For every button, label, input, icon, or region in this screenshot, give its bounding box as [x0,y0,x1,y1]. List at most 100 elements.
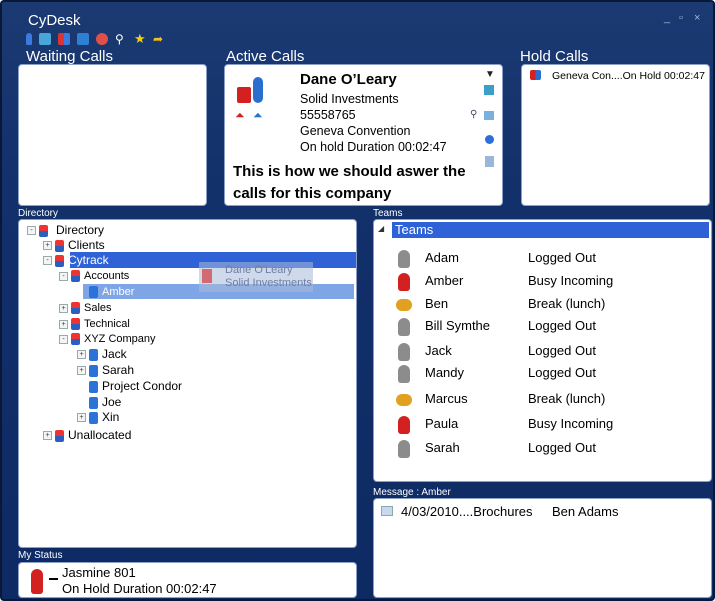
teams-label: Teams [373,208,403,219]
expand-icon[interactable]: + [59,303,68,313]
member-status-icon [398,250,410,268]
team-member-row[interactable]: Paula Busy Incoming [374,413,704,435]
expand-icon[interactable]: + [77,366,86,376]
caller-phone: 55558765 [300,108,356,122]
chat-icon[interactable] [39,33,51,45]
tree-node-clients[interactable]: + Clients [43,237,105,253]
directory-tree[interactable]: - Directory + Clients - Cytrack - Accounts A… [18,219,357,548]
globe-icon[interactable] [96,33,108,45]
team-members-list: Adam Logged Out Amber Busy Incoming Ben Break… [374,247,711,477]
collapse-icon[interactable]: ◢ [378,224,384,233]
member-status: Break (lunch) [528,391,606,406]
waiting-calls-label: Waiting Calls [26,48,113,65]
waiting-calls-panel[interactable] [18,64,207,206]
message-label: Message : Amber [373,487,451,498]
close-button[interactable]: × [694,12,700,24]
team-member-row[interactable]: Jack Logged Out [374,340,704,362]
message-from[interactable]: Ben Adams [552,504,619,519]
tree-node-accounts[interactable]: - Accounts [59,268,129,284]
hold-calls-panel[interactable]: Geneva Con....On Hold 00:02:47 [521,64,710,206]
search-icon[interactable]: ⚲ [470,109,477,120]
team-member-row[interactable]: Sarah Logged Out [374,437,704,459]
expand-icon[interactable]: + [59,319,68,329]
person-icon [89,364,98,377]
tree-node-technical[interactable]: + Technical [59,316,130,332]
teams-panel[interactable]: ◢ Teams Adam Logged Out Amber Busy Incoming… [373,219,712,482]
info-icon[interactable] [485,135,494,144]
transfer-icon[interactable] [77,33,89,45]
tree-node-project-condor[interactable]: Project Condor [89,378,182,394]
folder-icon [71,270,80,283]
envelope-icon [381,506,393,516]
person-icon [89,396,98,409]
message-date-subject[interactable]: 4/03/2010....Brochures [401,504,533,519]
status-person-icon [31,569,43,594]
tree-node-xyz-company[interactable]: - XYZ Company [59,331,156,347]
tree-node-xin[interactable]: + Xin [77,409,119,425]
tree-label: Jack [102,347,127,361]
tree-node-directory[interactable]: - Directory [27,222,104,238]
teams-header[interactable]: Teams [392,222,709,238]
tree-node-amber[interactable]: Amber [89,284,134,300]
my-status-panel[interactable]: Jasmine 801 On Hold Duration 00:02:47 [18,562,357,598]
collapse-icon[interactable]: - [59,271,68,281]
tree-node-cytrack[interactable]: - Cytrack [43,252,109,268]
member-status-icon [398,416,410,434]
tree-label: Cytrack [68,253,109,267]
tree-node-unallocated[interactable]: + Unallocated [43,427,131,443]
tree-node-jack[interactable]: + Jack [77,346,127,362]
tree-node-sarah[interactable]: + Sarah [77,362,134,378]
maximize-button[interactable]: ▫ [679,12,683,24]
member-status: Break (lunch) [528,296,606,311]
drag-ghost-company: Solid Investments [225,277,312,289]
team-member-row[interactable]: Marcus Break (lunch) [374,388,704,410]
collapse-icon[interactable]: - [27,226,36,236]
collapse-icon[interactable]: - [59,334,68,344]
notes-icon[interactable] [485,156,494,167]
member-name: Marcus [425,391,468,406]
directory-label: Directory [18,208,59,219]
tree-label: Sales [84,302,112,314]
tree-node-joe[interactable]: Joe [89,394,121,410]
app-title: CyDesk [28,12,81,29]
member-name: Adam [425,250,459,265]
tree-label: Unallocated [68,428,132,442]
tree-node-sales[interactable]: + Sales [59,300,112,316]
my-status-label: My Status [18,550,63,561]
tree-label: Clients [68,238,105,252]
team-member-row[interactable]: Adam Logged Out [374,247,704,269]
member-status-icon [398,318,410,336]
team-member-row[interactable]: Mandy Logged Out [374,362,704,384]
person-icon [89,348,98,361]
active-call-panel[interactable]: ⏶ ⏶ Dane O’Leary Solid Investments 55558… [224,64,503,206]
chat-icon[interactable] [484,85,494,95]
tree-label: XYZ Company [84,333,156,345]
tree-label: Xin [102,410,120,424]
person-icon [89,411,98,424]
expand-icon[interactable]: + [77,350,86,360]
expand-icon[interactable]: + [43,241,52,251]
member-status-icon [398,365,410,383]
forward-icon[interactable]: ➦ [153,33,165,45]
expand-icon[interactable]: + [43,431,52,441]
search-icon[interactable]: ⚲ [115,33,127,45]
person-icon[interactable] [26,33,32,45]
minimize-button[interactable]: _ [664,12,670,24]
drag-ghost-name: Dane O'Leary [225,264,293,276]
member-status-icon [398,440,410,458]
team-member-row[interactable]: Ben Break (lunch) [374,293,704,315]
dropdown-icon[interactable]: ▼ [485,69,495,80]
team-member-row[interactable]: Amber Busy Incoming [374,270,704,292]
collapse-icon[interactable]: - [43,256,52,266]
member-name: Paula [425,416,459,431]
message-panel[interactable]: 4/03/2010....Brochures Ben Adams [373,498,712,598]
copy-icon[interactable] [484,111,494,120]
caller-group: Geneva Convention [300,124,411,138]
tree-label: Amber [102,286,135,298]
expand-icon[interactable]: + [77,413,86,423]
users-icon[interactable] [58,33,70,45]
hold-call-item[interactable]: Geneva Con....On Hold 00:02:47 [552,70,705,82]
star-icon[interactable]: ★ [134,32,146,45]
hold-duration: On hold Duration 00:02:47 [300,140,447,154]
team-member-row[interactable]: Bill Symthe Logged Out [374,315,704,337]
